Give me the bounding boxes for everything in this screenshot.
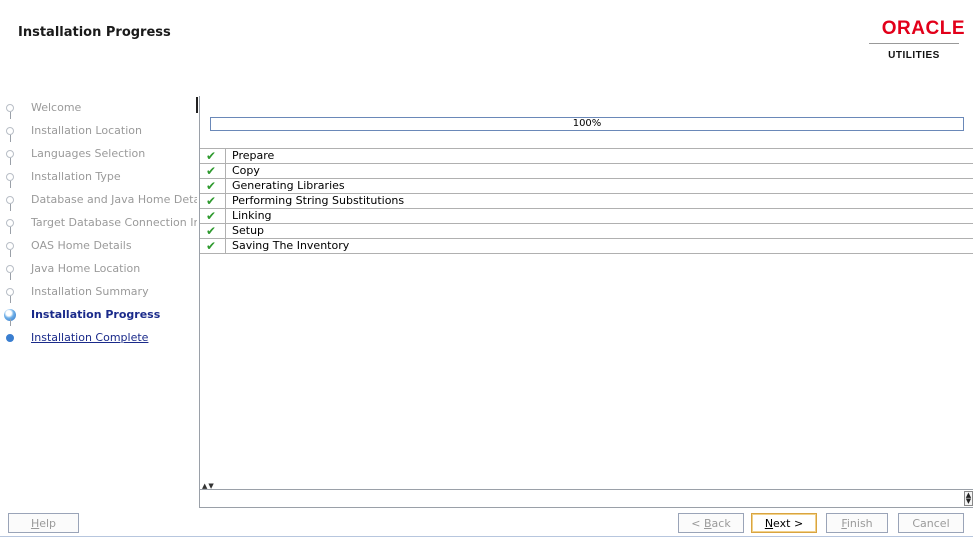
check-icon: ✔ [206,209,217,223]
step-connector [10,319,11,326]
check-icon: ✔ [206,224,217,238]
task-name: Saving The Inventory [232,239,350,252]
wizard-steps-nav: Welcome Installation Location Languages Se… [0,96,197,366]
nav-step[interactable]: Installation Complete [0,326,197,349]
progress-panel: 100% ✔ Prepare ✔ Copy ✔ Generating Libraries ✔… [199,96,973,508]
nav-step: Installation Location [0,119,197,142]
task-name: Generating Libraries [232,179,345,192]
task-name: Linking [232,209,272,222]
step-connector [10,227,11,234]
step-connector [10,181,11,188]
step-connector [10,204,11,211]
task-column-separator [225,149,226,163]
help-button[interactable]: Help [8,513,79,533]
task-name: Setup [232,224,265,237]
task-list: ✔ Prepare ✔ Copy ✔ Generating Libraries ✔ Perfo… [200,148,973,254]
nav-step: Welcome [0,96,197,119]
step-connector [10,296,11,303]
step-connector [10,135,11,142]
task-row: ✔ Linking [200,208,973,223]
check-icon: ✔ [206,194,217,208]
task-name: Performing String Substitutions [232,194,405,207]
step-dot-icon [6,288,14,296]
step-connector [10,273,11,280]
nav-step-label: Java Home Location [31,262,141,275]
task-row: ✔ Copy [200,163,973,178]
nav-step: OAS Home Details [0,234,197,257]
task-column-separator [225,194,226,208]
check-icon: ✔ [206,179,217,193]
nav-step: Installation Summary [0,280,197,303]
task-row: ✔ Performing String Substitutions [200,193,973,208]
nav-step-label: Installation Type [31,170,121,183]
nav-step-label: Installation Summary [31,285,149,298]
nav-step-label: Installation Location [31,124,142,137]
step-dot-icon [6,127,14,135]
log-output-field[interactable]: ▲ ▼ [200,490,973,507]
task-column-separator [225,164,226,178]
task-row: ✔ Prepare [200,148,973,163]
task-column-separator [225,224,226,238]
log-scroll-spinner[interactable]: ▲ ▼ [964,491,973,506]
nav-step-label: Installation Progress [31,308,161,321]
nav-resize-handle[interactable] [196,97,198,113]
progress-percent: 100% [572,118,602,129]
nav-step: Languages Selection [0,142,197,165]
nav-step-label: Database and Java Home Details [31,193,197,206]
task-row: ✔ Setup [200,223,973,238]
nav-step-label: Installation Complete [31,331,149,344]
nav-step-label: Languages Selection [31,147,146,160]
nav-step: Target Database Connection Information [0,211,197,234]
step-connector [10,158,11,165]
step-dot-icon [6,219,14,227]
step-dot-icon [6,242,14,250]
task-name: Prepare [232,149,275,162]
step-dot-icon [6,173,14,181]
nav-step: Installation Progress [0,303,197,326]
nav-step-label: Target Database Connection Information [31,216,197,229]
step-dot-icon [6,334,14,342]
check-icon: ✔ [206,164,217,178]
progress-bar: 100% [210,117,964,131]
oracle-utilities-logo: ORACLE UTILITIES [855,18,965,61]
next-button[interactable]: Next > [751,513,817,533]
nav-step: Installation Type [0,165,197,188]
nav-step-label: OAS Home Details [31,239,132,252]
nav-step: Database and Java Home Details [0,188,197,211]
task-column-separator [225,179,226,193]
step-connector [10,250,11,257]
page-title: Installation Progress [18,25,171,40]
back-button[interactable]: < Back [678,513,744,533]
task-row: ✔ Saving The Inventory [200,238,973,254]
task-row: ✔ Generating Libraries [200,178,973,193]
nav-step: Java Home Location [0,257,197,280]
logo-brand: ORACLE [881,18,965,39]
nav-step-label: Welcome [31,101,82,114]
task-column-separator [225,239,226,253]
step-dot-icon [6,104,14,112]
logo-subtitle: UTILITIES [869,43,959,61]
check-icon: ✔ [206,239,217,253]
finish-button[interactable]: Finish [826,513,888,533]
task-column-separator [225,209,226,223]
check-icon: ✔ [206,149,217,163]
step-dot-icon [6,265,14,273]
step-dot-icon [6,196,14,204]
cancel-button[interactable]: Cancel [898,513,964,533]
task-name: Copy [232,164,260,177]
window-bottom-border [0,536,973,537]
step-dot-icon [6,150,14,158]
step-connector [10,112,11,119]
